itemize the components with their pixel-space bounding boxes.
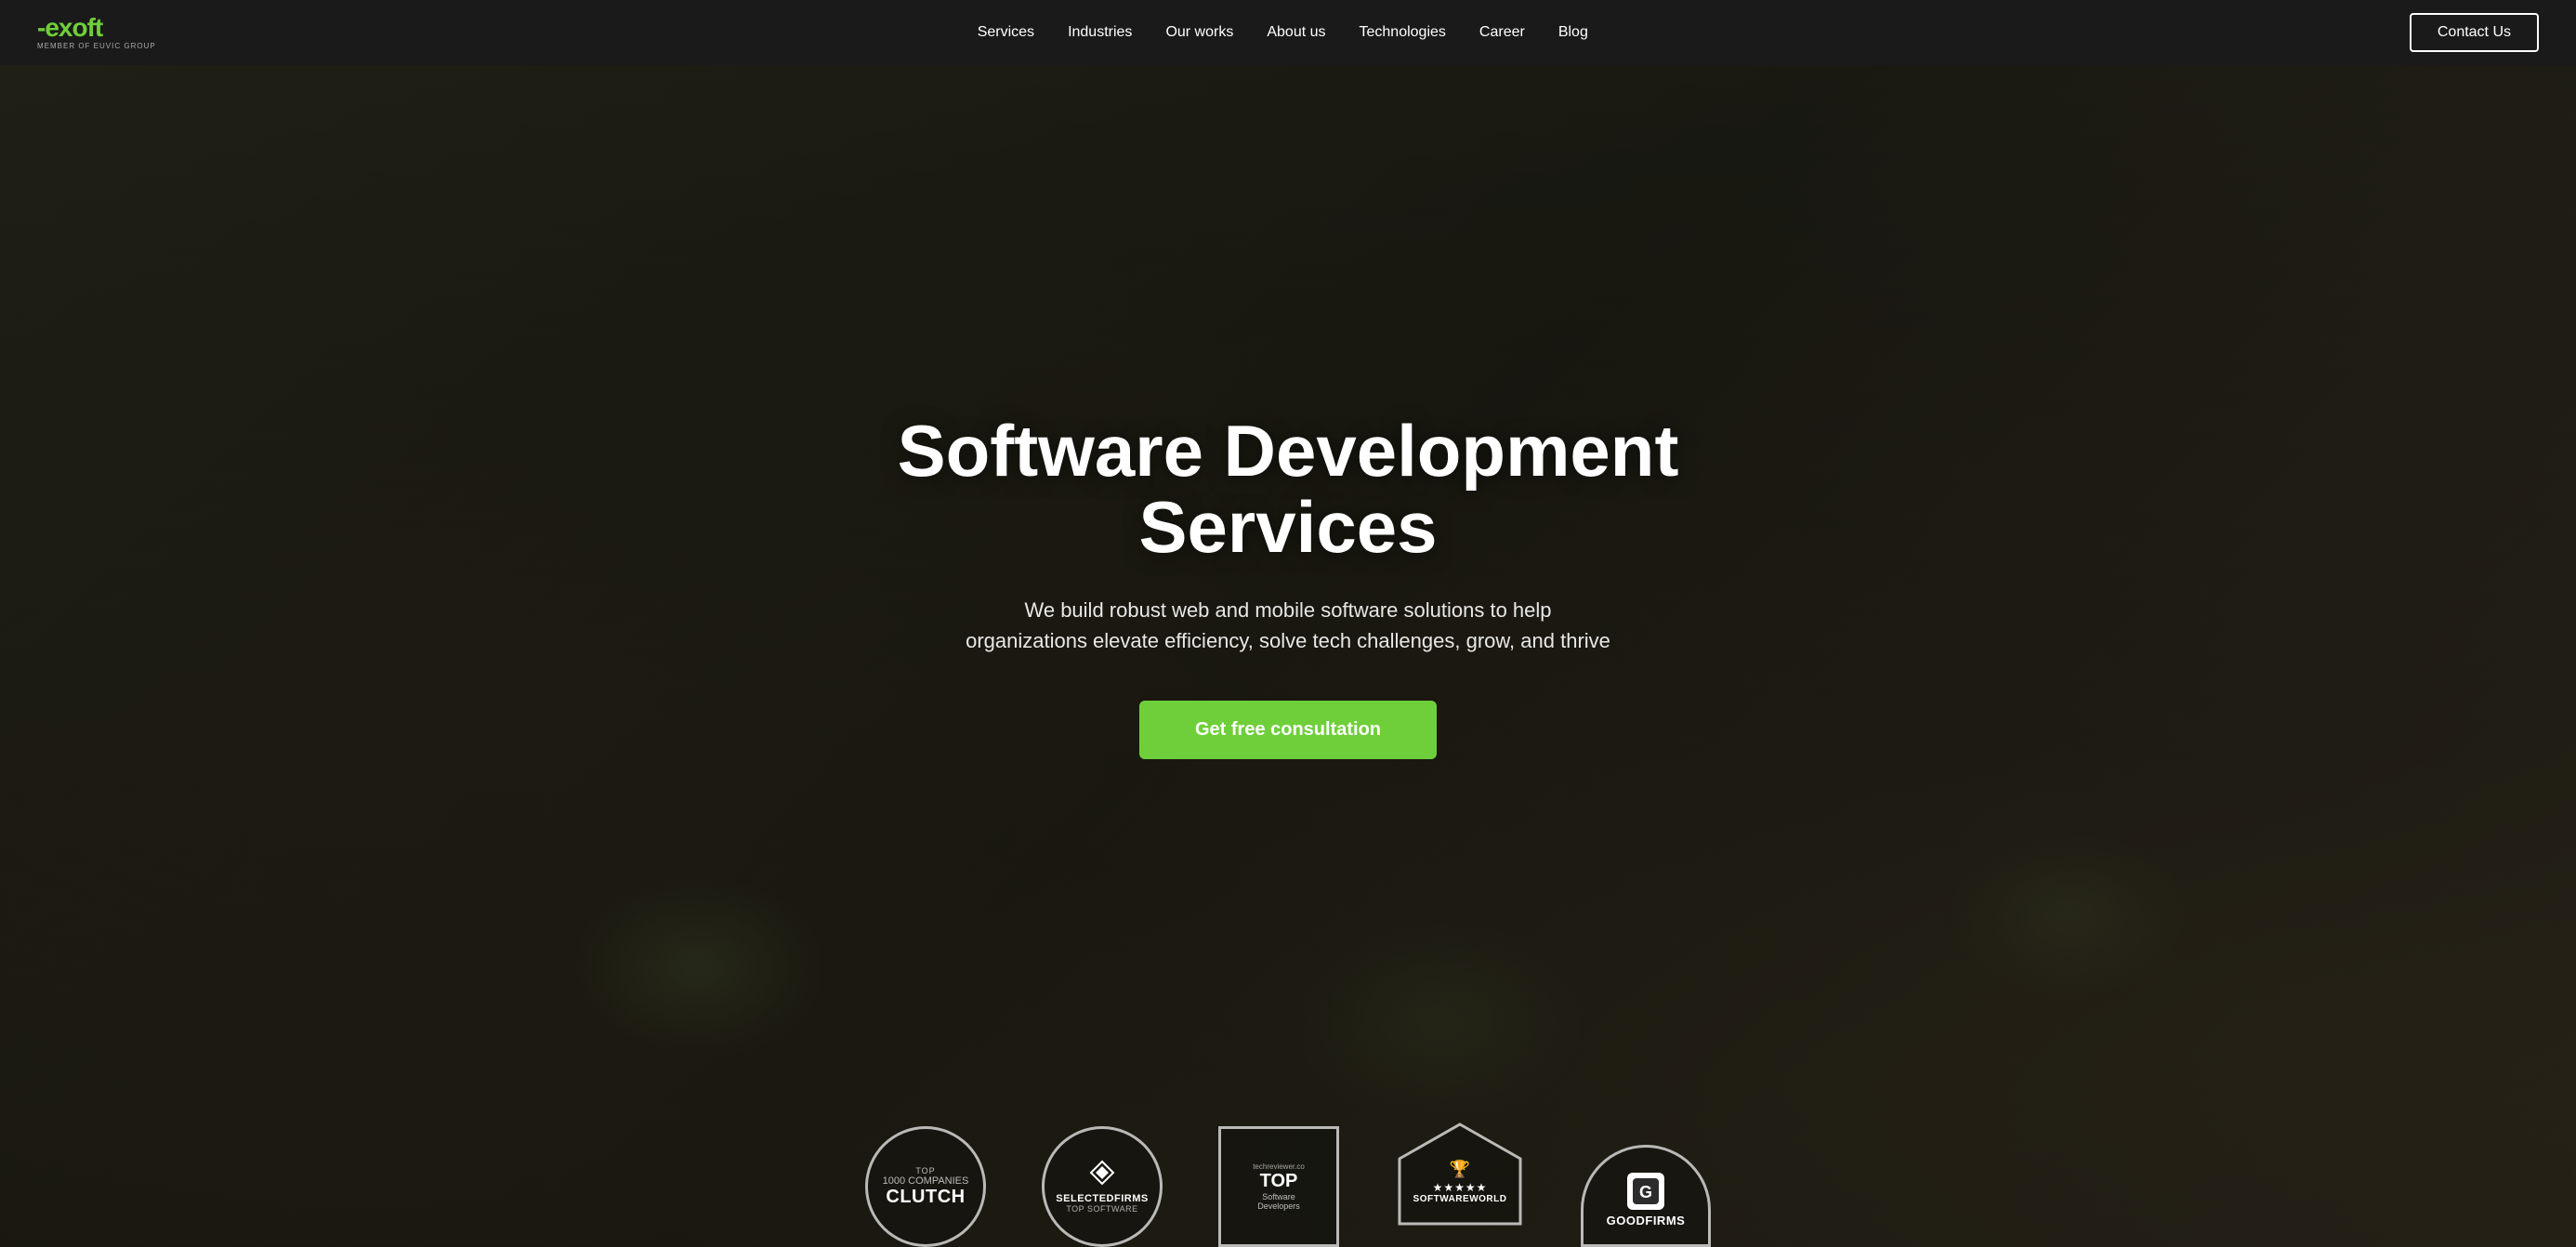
hero-content: Software Development Services We build r… [870,413,1706,760]
goodfirms-icon: G [1633,1178,1659,1204]
hero-cta-button[interactable]: Get free consultation [1139,701,1437,759]
badges-section: TOP 1000 COMPANIES Clutch SelectedFirms … [0,1117,2576,1247]
hero-section: Software Development Services We build r… [0,0,2576,1247]
badge-clutch-circle: TOP 1000 COMPANIES Clutch [865,1126,986,1247]
badge-techreviewer-sub: Developers [1257,1201,1300,1211]
nav-item-services[interactable]: Services [978,24,1034,41]
badge-clutch: TOP 1000 COMPANIES Clutch [865,1126,986,1247]
nav-item-about-us[interactable]: About us [1267,24,1325,41]
badge-techreviewer-source: techreviewer.co [1253,1162,1305,1171]
badge-clutch-main: Clutch [886,1187,965,1208]
badge-softwareworld-content: 🏆 ★★★★★ SOFTWAREWORLD [1413,1160,1507,1204]
nav-link-technologies[interactable]: Technologies [1360,24,1446,40]
nav-link-industries[interactable]: Industries [1068,24,1132,40]
trophy-icon: 🏆 [1450,1160,1470,1179]
navbar: -exoft MEMBER OF EUVIC GROUP Services In… [0,0,2576,65]
badge-clutch-number: 1000 COMPANIES [883,1175,969,1187]
nav-link-career[interactable]: Career [1479,24,1525,40]
hero-title: Software Development Services [870,413,1706,566]
logo-brand: exoft [45,13,102,42]
badge-selectedfirms: SelectedFirms TOP SOFTWARE [1042,1126,1163,1247]
badge-selectedfirms-main: SelectedFirms [1056,1193,1148,1204]
selectedfirms-icon [1089,1160,1115,1191]
badge-techreviewer-rank: TOP [1260,1171,1298,1192]
badge-softwareworld-main: SOFTWAREWORLD [1413,1194,1507,1204]
badge-techreviewer: techreviewer.co TOP Software Developers [1218,1126,1339,1247]
nav-link-services[interactable]: Services [978,24,1034,40]
badge-clutch-top: TOP [915,1166,935,1175]
nav-link-our-works[interactable]: Our works [1165,24,1233,40]
goodfirms-logo: G [1627,1173,1664,1210]
badge-goodfirms-halfcircle: G GoodFirms [1581,1145,1711,1247]
nav-link-blog[interactable]: Blog [1558,24,1588,40]
nav-link-about-us[interactable]: About us [1267,24,1325,40]
badge-softwareworld-stars: ★★★★★ [1433,1181,1488,1194]
logo-sub: MEMBER OF EUVIC GROUP [37,43,156,50]
nav-item-technologies[interactable]: Technologies [1360,24,1446,41]
badge-techreviewer-main: Software [1262,1192,1295,1201]
badge-techreviewer-rect: techreviewer.co TOP Software Developers [1218,1126,1339,1247]
contact-us-button[interactable]: Contact Us [2410,13,2539,52]
badge-softwareworld-wrap: 🏆 ★★★★★ SOFTWAREWORLD [1395,1117,1525,1247]
svg-text:G: G [1639,1183,1652,1201]
badge-softwareworld: 🏆 ★★★★★ SOFTWAREWORLD [1395,1117,1525,1247]
badge-selectedfirms-circle: SelectedFirms TOP SOFTWARE [1042,1126,1163,1247]
logo[interactable]: -exoft MEMBER OF EUVIC GROUP [37,15,156,50]
nav-item-industries[interactable]: Industries [1068,24,1132,41]
badge-goodfirms-main: GoodFirms [1607,1214,1686,1227]
nav-links: Services Industries Our works About us T… [978,24,1588,41]
nav-item-career[interactable]: Career [1479,24,1525,41]
badge-selectedfirms-sub: TOP SOFTWARE [1066,1204,1137,1214]
logo-text: -exoft [37,15,156,41]
badge-goodfirms: G GoodFirms [1581,1145,1711,1247]
nav-item-our-works[interactable]: Our works [1165,24,1233,41]
hero-subtitle: We build robust web and mobile software … [963,595,1613,656]
nav-item-blog[interactable]: Blog [1558,24,1588,41]
